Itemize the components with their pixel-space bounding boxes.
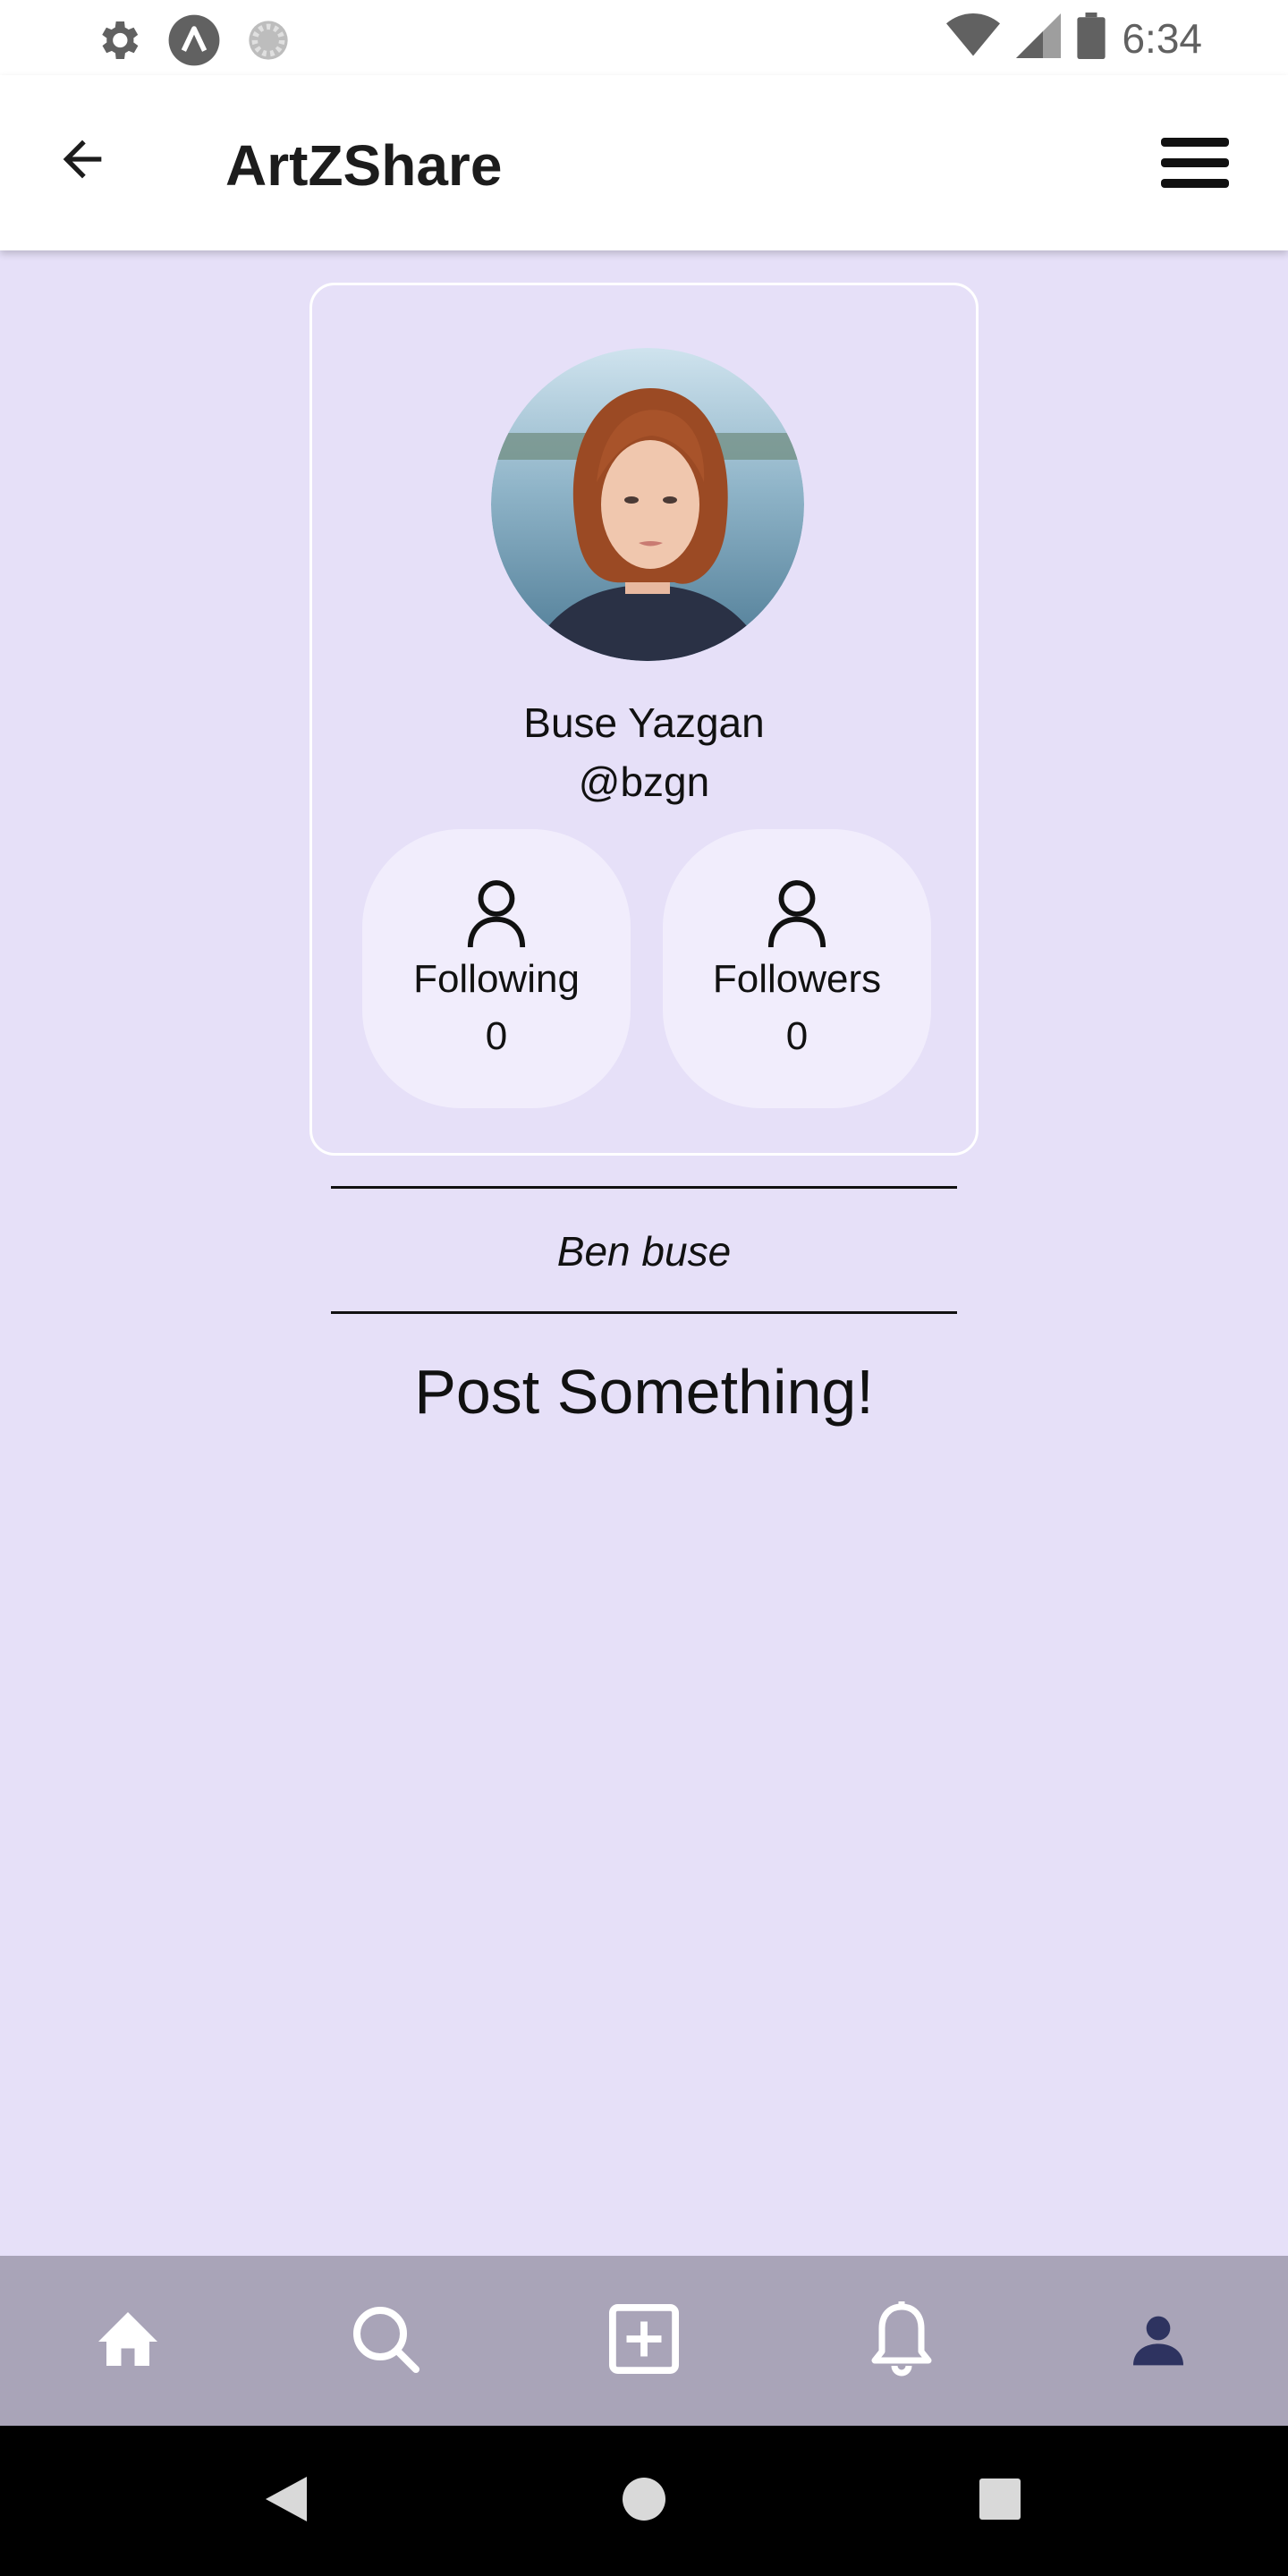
circle-home-icon (622, 2477, 666, 2526)
bio-divider-bottom (331, 1311, 957, 1314)
bell-icon (870, 2301, 933, 2381)
arrow-back-icon (54, 131, 111, 192)
followers-label: Followers (712, 957, 882, 1001)
following-button[interactable]: Following 0 (362, 829, 631, 1108)
signal-icon (1016, 13, 1062, 63)
post-something-prompt: Post Something! (414, 1357, 874, 1427)
bottom-nav (0, 2256, 1288, 2426)
nav-create[interactable] (604, 2301, 684, 2381)
menu-button[interactable] (1152, 129, 1238, 200)
triangle-back-icon (266, 2476, 307, 2526)
following-label: Following (413, 957, 580, 1001)
system-recents-button[interactable] (966, 2467, 1034, 2535)
profile-bio: Ben buse (556, 1228, 732, 1275)
avatar[interactable] (491, 348, 804, 661)
hamburger-menu-icon (1161, 136, 1229, 194)
home-icon (96, 2309, 160, 2373)
profile-card: Buse Yazgan @bzgn Following 0 Followers … (309, 283, 979, 1156)
square-recents-icon (979, 2478, 1021, 2524)
bio-divider-top (331, 1186, 957, 1189)
wifi-icon (946, 13, 1001, 63)
gear-icon (93, 15, 143, 70)
nav-notifications[interactable] (861, 2301, 942, 2381)
status-time: 6:34 (1122, 14, 1202, 62)
following-count: 0 (485, 1014, 508, 1058)
back-button[interactable] (47, 125, 118, 197)
status-bar: 6:34 (0, 0, 1288, 75)
app-title: ArtZShare (225, 133, 503, 198)
nav-home[interactable] (88, 2301, 168, 2381)
loading-icon (245, 17, 292, 68)
profile-handle: @bzgn (578, 758, 710, 805)
system-nav-bar (0, 2426, 1288, 2576)
person-outline-icon (465, 879, 528, 953)
followers-button[interactable]: Followers 0 (663, 829, 931, 1108)
search-icon (350, 2303, 421, 2379)
nav-profile[interactable] (1118, 2301, 1199, 2381)
battery-icon (1077, 13, 1106, 64)
system-back-button[interactable] (252, 2467, 320, 2535)
system-home-button[interactable] (610, 2467, 678, 2535)
profile-name: Buse Yazgan (523, 699, 765, 746)
status-left-icons (93, 13, 292, 72)
person-outline-icon (766, 879, 828, 953)
app-a-icon (166, 13, 222, 72)
followers-count: 0 (785, 1014, 809, 1058)
add-box-icon (609, 2303, 679, 2378)
person-icon (1130, 2310, 1187, 2372)
app-bar: ArtZShare (0, 75, 1288, 250)
nav-search[interactable] (345, 2301, 426, 2381)
status-right-icons: 6:34 (946, 13, 1202, 64)
